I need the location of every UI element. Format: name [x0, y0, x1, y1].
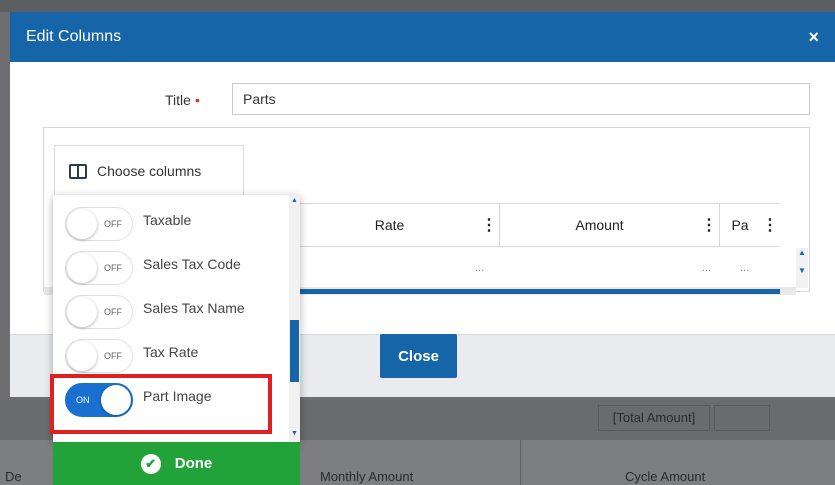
column-option-label: Sales Tax Code	[143, 256, 241, 272]
choose-columns-button[interactable]: Choose columns	[54, 145, 244, 197]
toggle-state: OFF	[104, 219, 122, 229]
table-cell: ...	[702, 262, 712, 274]
toggle-switch[interactable]: OFF	[65, 207, 133, 241]
highlight-box	[50, 374, 272, 434]
toggle-knob	[67, 209, 97, 239]
background-col-label: De	[5, 469, 22, 484]
toggle-knob	[67, 341, 97, 371]
column-option-taxable[interactable]: OFF Taxable	[65, 204, 191, 244]
toggle-state: OFF	[104, 263, 122, 273]
column-menu-icon[interactable]: ⋮	[760, 215, 780, 235]
table-cell: ...	[740, 262, 750, 274]
title-input[interactable]	[232, 83, 810, 115]
check-circle-icon: ✔	[140, 453, 161, 474]
toggle-switch[interactable]: OFF	[65, 251, 133, 285]
title-label: Title •	[165, 92, 200, 108]
column-header-amount[interactable]: Amount ⋮	[500, 203, 720, 247]
total-amount-value-box	[714, 405, 770, 431]
column-header-label: Pa	[731, 217, 749, 233]
monthly-amount-header: Monthly Amount	[320, 469, 414, 484]
column-option-sales-tax-code[interactable]: OFF Sales Tax Code	[65, 248, 241, 288]
column-option-label: Sales Tax Name	[143, 300, 245, 316]
grid-vertical-scrollbar[interactable]: ▲ ▼	[796, 248, 808, 288]
column-option-tax-rate[interactable]: OFF Tax Rate	[65, 336, 198, 376]
grid-scrollbar-thumb[interactable]	[300, 289, 780, 294]
close-button[interactable]: Close	[380, 334, 457, 378]
toggle-knob	[67, 297, 97, 327]
background-divider	[520, 440, 521, 485]
dropdown-scrollbar[interactable]	[289, 195, 300, 442]
choose-columns-label: Choose columns	[97, 163, 202, 179]
column-option-sales-tax-name[interactable]: OFF Sales Tax Name	[65, 292, 245, 332]
close-icon[interactable]: ×	[808, 27, 819, 48]
toggle-state: OFF	[104, 351, 122, 361]
column-option-label: Taxable	[143, 212, 192, 228]
title-label-text: Title	[165, 92, 191, 108]
column-header-pa[interactable]: Pa ⋮	[720, 203, 780, 247]
column-option-label: Tax Rate	[143, 344, 199, 360]
dropdown-scrollbar-thumb[interactable]	[290, 320, 299, 382]
toggle-switch[interactable]: OFF	[65, 339, 133, 373]
column-header-label: Rate	[374, 217, 405, 233]
done-label: Done	[174, 455, 213, 472]
table-cell: ...	[475, 262, 485, 274]
cycle-amount-header: Cycle Amount	[625, 469, 706, 484]
done-button[interactable]: ✔ Done	[53, 442, 300, 485]
scroll-down-icon[interactable]: ▼	[290, 430, 299, 437]
column-header-label: Amount	[575, 217, 624, 233]
scroll-up-icon[interactable]: ▲	[290, 197, 299, 204]
column-menu-icon[interactable]: ⋮	[699, 215, 719, 235]
toggle-switch[interactable]: OFF	[65, 295, 133, 329]
column-menu-icon[interactable]: ⋮	[479, 215, 499, 235]
toggle-knob	[67, 253, 97, 283]
toggle-state: OFF	[104, 307, 122, 317]
modal-header: Edit Columns ×	[10, 12, 835, 62]
required-indicator: •	[194, 92, 200, 108]
modal-title: Edit Columns	[26, 28, 122, 45]
columns-icon	[69, 163, 87, 179]
column-header-rate[interactable]: Rate ⋮	[300, 203, 500, 247]
total-amount-field: [Total Amount]	[598, 405, 710, 431]
background-top-bar	[0, 0, 835, 12]
